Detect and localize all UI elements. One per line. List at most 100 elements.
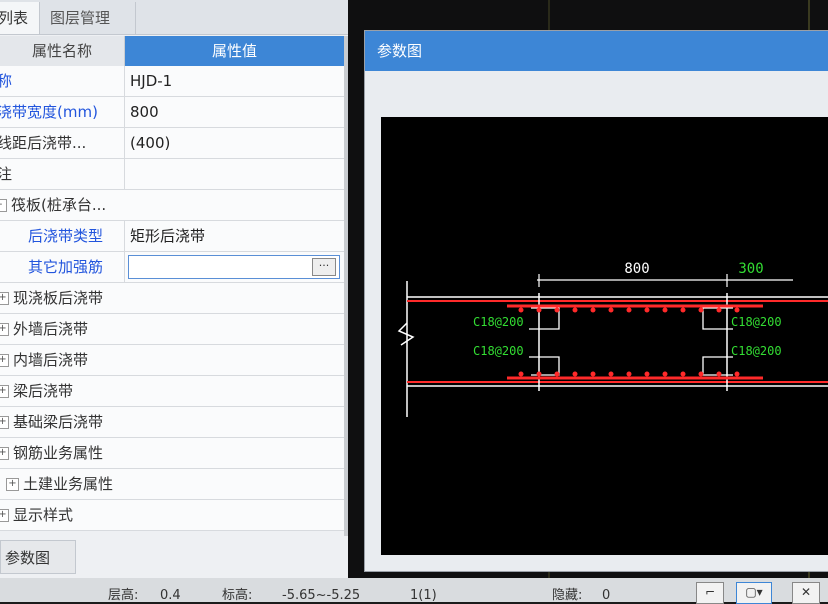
rebar-label-top-left: C18@200: [473, 315, 524, 329]
property-name: 备注: [0, 159, 125, 189]
rebar-section-dot: [590, 371, 596, 377]
group-name: 钢筋业务属性: [13, 444, 104, 462]
group-label: + 土建业务属性: [0, 469, 344, 499]
group-name: 梁后浇带: [13, 382, 74, 400]
group-label: + 基础梁后浇带: [0, 407, 344, 437]
close-icon[interactable]: ✕: [792, 582, 820, 604]
status-bar: 层高: 0.4 标高: -5.65~-5.25 1(1) 隐藏: 0 ⌐ ▢▾ …: [0, 578, 828, 604]
property-name: 轴线距后浇带...: [0, 128, 125, 158]
group-label: + 现浇板后浇带: [0, 283, 344, 313]
rebar-section-dot: [536, 371, 542, 377]
expand-icon[interactable]: +: [0, 509, 9, 522]
rebar-section-dot: [626, 307, 632, 313]
rebar-section-dot: [644, 307, 650, 313]
row-name[interactable]: 名称 HJD-1: [0, 66, 344, 97]
other-rebar-input[interactable]: ···: [128, 255, 340, 279]
group-raft[interactable]: -筏板(桩承台...: [0, 190, 344, 221]
dialog-title[interactable]: 参数图: [365, 31, 828, 71]
expand-icon[interactable]: +: [0, 416, 9, 429]
rebar-section-dot: [734, 371, 740, 377]
property-name: 后浇带宽度(mm): [0, 97, 125, 127]
group-name: 外墙后浇带: [13, 320, 89, 338]
rebar-hook-left-bottom: [529, 356, 560, 376]
tab-list[interactable]: 列表: [0, 2, 40, 34]
snap-icon[interactable]: ⌐: [696, 582, 724, 604]
group-name: 土建业务属性: [23, 475, 114, 493]
rebar-label-bottom-right: C18@200: [731, 344, 782, 358]
group-name: 内墙后浇带: [13, 351, 89, 369]
expand-icon[interactable]: +: [6, 478, 19, 491]
rebar-section-dot: [536, 307, 542, 313]
property-name: 后浇带类型: [0, 221, 125, 251]
group-rebar-props[interactable]: + 钢筋业务属性: [0, 438, 344, 469]
expand-icon[interactable]: +: [0, 292, 9, 305]
row-type[interactable]: 后浇带类型 矩形后浇带: [0, 221, 344, 252]
rebar-section-dot: [680, 371, 686, 377]
group-inner-wall[interactable]: + 内墙后浇带: [0, 345, 344, 376]
expand-icon[interactable]: +: [0, 354, 9, 367]
rebar-section-dot: [518, 371, 524, 377]
break-mark: [397, 322, 415, 346]
post-cast-strip-diagram: 800 300 C18@200 C18@200 C18@200 C18@200: [397, 261, 828, 417]
collapse-icon[interactable]: -: [0, 199, 7, 212]
group-label: -筏板(桩承台...: [0, 190, 344, 220]
rebar-section-dot: [662, 307, 668, 313]
rebar-section-dot: [572, 307, 578, 313]
rebar-section-dot: [644, 371, 650, 377]
expand-icon[interactable]: +: [0, 385, 9, 398]
group-display-style[interactable]: + 显示样式: [0, 500, 344, 531]
rebar-section-dot: [662, 371, 668, 377]
rebar-section-dot: [518, 307, 524, 313]
row-other-rebar[interactable]: 其它加强筋 ···: [0, 252, 344, 283]
dimension-side-label: 300: [738, 261, 763, 277]
property-value[interactable]: 矩形后浇带: [130, 221, 340, 251]
group-cast-slab[interactable]: + 现浇板后浇带: [0, 283, 344, 314]
bottom-rebar-dots: [518, 371, 740, 377]
param-diagram-dialog: 参数图 800 300 C18@200 C18@200 C18@200 C18@…: [364, 30, 828, 572]
rebar-section-dot: [698, 307, 704, 313]
group-name: 筏板(桩承台...: [11, 196, 107, 214]
expand-icon[interactable]: +: [0, 447, 9, 460]
property-value[interactable]: (400): [130, 128, 340, 158]
property-value[interactable]: HJD-1: [130, 66, 340, 96]
group-foundation-beam[interactable]: + 基础梁后浇带: [0, 407, 344, 438]
tab-param-diagram[interactable]: 参数图: [0, 540, 76, 574]
group-label: + 钢筋业务属性: [0, 438, 344, 468]
header-property-name: 属性名称: [0, 36, 125, 66]
rebar-section-dot: [554, 371, 560, 377]
property-name: 其它加强筋: [0, 252, 125, 282]
rebar-section-dot: [680, 307, 686, 313]
rebar-section-dot: [608, 307, 614, 313]
expand-icon[interactable]: +: [0, 323, 9, 336]
ellipsis-button[interactable]: ···: [312, 258, 336, 276]
row-width[interactable]: 后浇带宽度(mm) 800: [0, 97, 344, 128]
rebar-section-dot: [590, 307, 596, 313]
property-value[interactable]: 800: [130, 97, 340, 127]
row-axis-distance[interactable]: 轴线距后浇带... (400): [0, 128, 344, 159]
dimension-width-label: 800: [624, 261, 649, 277]
tab-layer-management[interactable]: 图层管理: [40, 2, 136, 34]
property-value[interactable]: [130, 159, 340, 189]
row-remark[interactable]: 备注: [0, 159, 344, 190]
header-property-value: 属性值: [125, 36, 344, 66]
rebar-label-top-right: C18@200: [731, 315, 782, 329]
rebar-section-dot: [716, 307, 722, 313]
select-mode-icon[interactable]: ▢▾: [736, 582, 772, 604]
property-name: 名称: [0, 66, 125, 96]
property-panel: 列表 图层管理 属性名称 属性值 名称 HJD-1 后浇带宽度(mm) 800 …: [0, 0, 348, 602]
rebar-section-dot: [626, 371, 632, 377]
rebar-section-dot: [572, 371, 578, 377]
group-civil-props[interactable]: + 土建业务属性: [0, 469, 344, 500]
rebar-section-dot: [698, 371, 704, 377]
rebar-section-dot: [554, 307, 560, 313]
rebar-section-dot: [734, 307, 740, 313]
diagram-canvas: 800 300 C18@200 C18@200 C18@200 C18@200: [381, 117, 828, 555]
group-label: + 内墙后浇带: [0, 345, 344, 375]
rebar-hook-left-top: [529, 307, 560, 330]
rebar-section-dot: [608, 371, 614, 377]
group-name: 现浇板后浇带: [13, 289, 104, 307]
panel-tabs: 列表 图层管理: [0, 0, 348, 35]
group-label: + 显示样式: [0, 500, 344, 530]
group-beam[interactable]: + 梁后浇带: [0, 376, 344, 407]
group-outer-wall[interactable]: + 外墙后浇带: [0, 314, 344, 345]
